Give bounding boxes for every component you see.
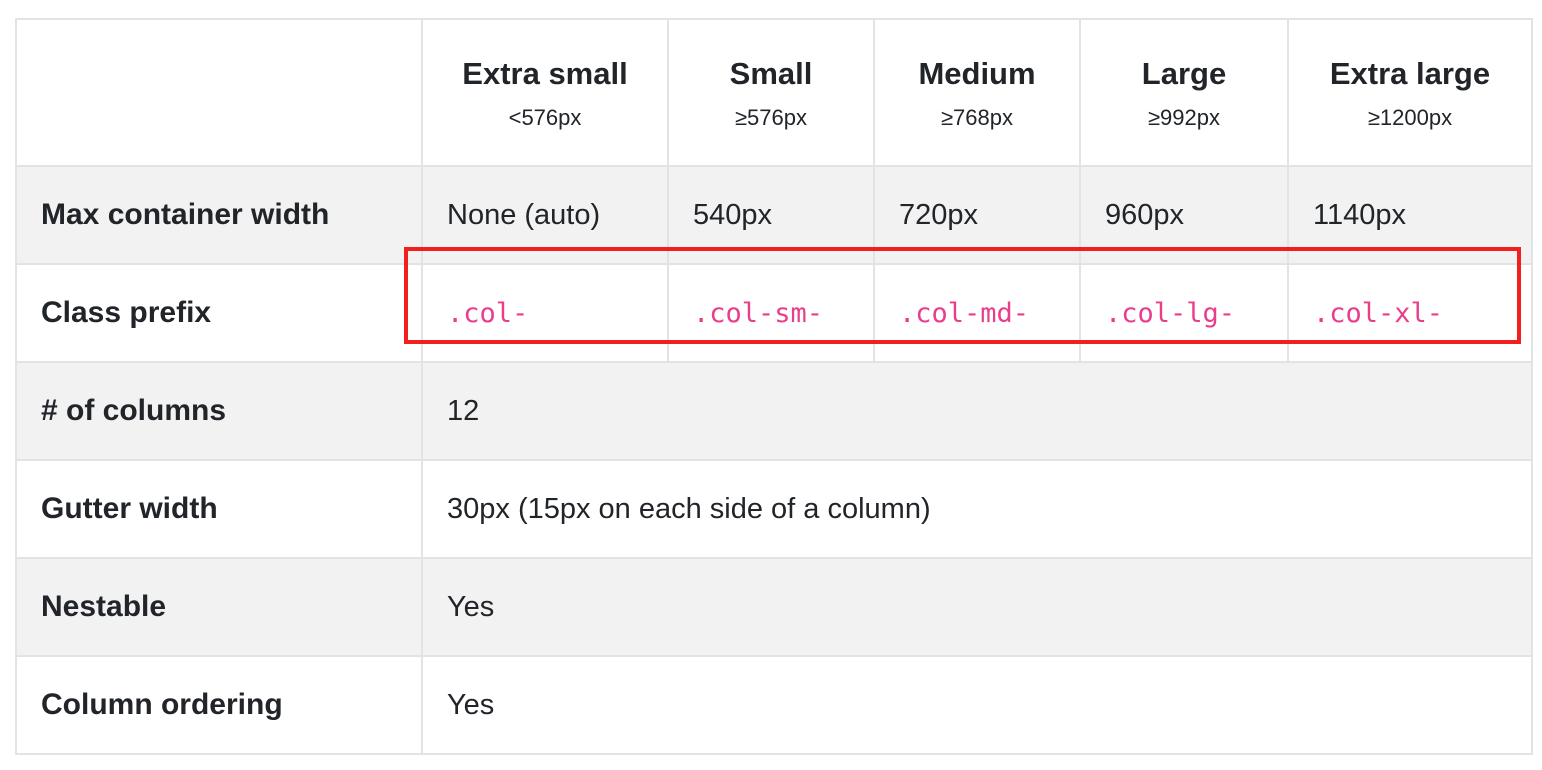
breakpoint-size: ≥576px <box>734 104 807 130</box>
table-cell: 30px (15px on each side of a column) <box>421 459 1533 559</box>
grid-options-table-container: Extra small <576px Small ≥576px Medium ≥… <box>15 18 1533 755</box>
table-cell: .col-xl- <box>1287 263 1533 363</box>
table-cell: 12 <box>421 361 1533 461</box>
table-cell: .col-sm- <box>667 263 875 363</box>
header-small: Small ≥576px <box>667 18 875 167</box>
row-label: Max container width <box>15 165 423 265</box>
table-cell: .col-lg- <box>1079 263 1289 363</box>
table-cell: Yes <box>421 655 1533 755</box>
breakpoint-size: ≥1200px <box>1367 104 1453 130</box>
table-cell: .col- <box>421 263 669 363</box>
row-nestable: Nestable Yes <box>15 557 1533 657</box>
table-cell: 1140px <box>1287 165 1533 265</box>
grid-options-table: Extra small <576px Small ≥576px Medium ≥… <box>15 18 1533 755</box>
breakpoint-size: ≥992px <box>1147 104 1220 130</box>
row-label: Nestable <box>15 557 423 657</box>
row-label: Gutter width <box>15 459 423 559</box>
row-label: # of columns <box>15 361 423 461</box>
header-extra-large: Extra large ≥1200px <box>1287 18 1533 167</box>
breakpoint-name: Small <box>729 55 813 91</box>
class-prefix-code: .col-md- <box>899 297 1030 329</box>
row-number-of-columns: # of columns 12 <box>15 361 1533 461</box>
table-header-row: Extra small <576px Small ≥576px Medium ≥… <box>15 18 1533 167</box>
table-cell: Yes <box>421 557 1533 657</box>
header-medium: Medium ≥768px <box>873 18 1081 167</box>
row-label: Class prefix <box>15 263 423 363</box>
breakpoint-name: Extra large <box>1329 55 1491 91</box>
class-prefix-code: .col-sm- <box>693 297 824 329</box>
class-prefix-code: .col-xl- <box>1313 297 1444 329</box>
breakpoint-size: <576px <box>508 104 582 130</box>
breakpoint-name: Extra small <box>462 55 628 91</box>
row-label: Column ordering <box>15 655 423 755</box>
table-cell: 960px <box>1079 165 1289 265</box>
row-class-prefix: Class prefix .col- .col-sm- .col-md- .co… <box>15 263 1533 363</box>
row-gutter-width: Gutter width 30px (15px on each side of … <box>15 459 1533 559</box>
header-large: Large ≥992px <box>1079 18 1289 167</box>
row-max-container-width: Max container width None (auto) 540px 72… <box>15 165 1533 265</box>
breakpoint-size: ≥768px <box>940 104 1013 130</box>
breakpoint-name: Large <box>1141 55 1227 91</box>
header-corner-cell <box>15 18 423 167</box>
table-cell: None (auto) <box>421 165 669 265</box>
table-cell: 540px <box>667 165 875 265</box>
header-extra-small: Extra small <576px <box>421 18 669 167</box>
class-prefix-code: .col-lg- <box>1105 297 1236 329</box>
breakpoint-name: Medium <box>918 55 1036 91</box>
table-cell: 720px <box>873 165 1081 265</box>
row-column-ordering: Column ordering Yes <box>15 655 1533 755</box>
table-cell: .col-md- <box>873 263 1081 363</box>
class-prefix-code: .col- <box>447 297 529 329</box>
